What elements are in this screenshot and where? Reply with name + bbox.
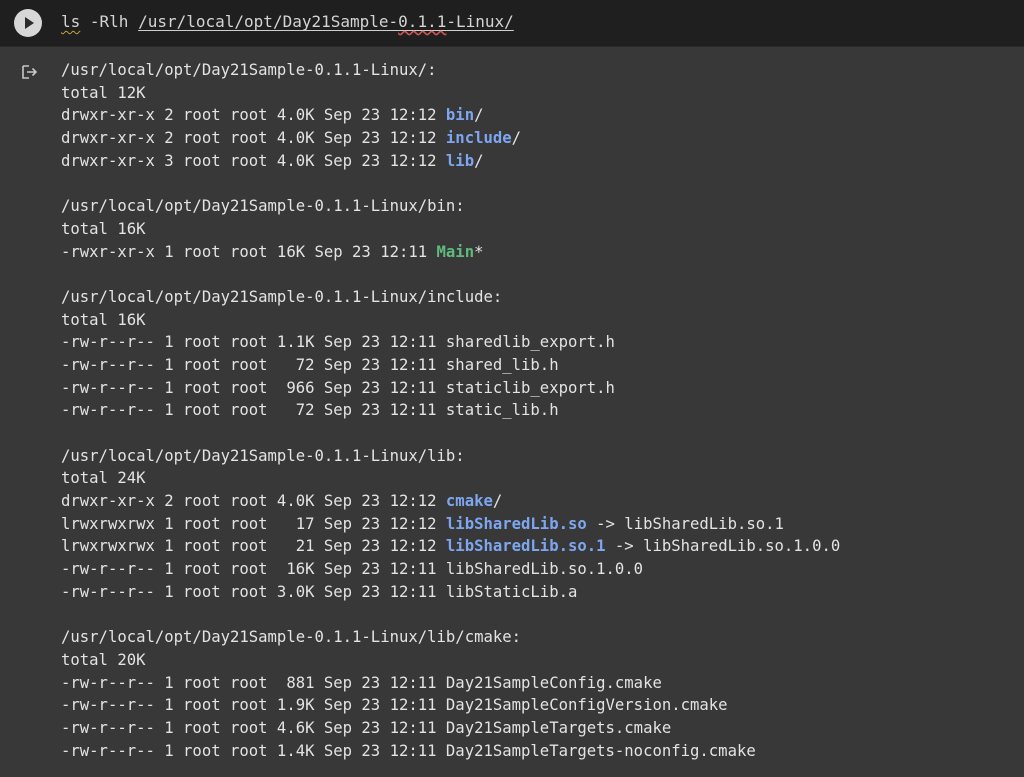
listing-row: drwxr-xr-x 2 root root 4.0K Sep 23 12:12… <box>61 490 840 513</box>
run-cell-button[interactable] <box>14 9 42 37</box>
listing-name: lib <box>445 151 475 170</box>
listing-row: -rwxr-xr-x 1 root root 16K Sep 23 12:11 … <box>61 241 840 264</box>
command-token: ls <box>61 12 81 31</box>
section-header: /usr/local/opt/Day21Sample-0.1.1-Linux/b… <box>61 197 465 216</box>
cell-output: /usr/local/opt/Day21Sample-0.1.1-Linux/:… <box>61 59 840 762</box>
path-version: 0.1.1 <box>398 12 447 31</box>
listing-meta: -rwxr-xr-x 1 root root 16K Sep 23 12:11 <box>61 242 437 261</box>
listing-row: -rw-r--r-- 1 root root 3.0K Sep 23 12:11… <box>61 582 578 601</box>
section-total: total 16K <box>61 310 146 329</box>
listing-meta: lrwxrwxrwx 1 root root 21 Sep 23 12:12 <box>61 537 446 556</box>
listing-name: Main <box>436 242 475 261</box>
listing-name: cmake <box>445 492 493 511</box>
listing-row: -rw-r--r-- 1 root root 4.6K Sep 23 12:11… <box>61 718 672 737</box>
listing-row: -rw-r--r-- 1 root root 16K Sep 23 12:11 … <box>61 560 644 579</box>
listing-name: bin <box>445 106 475 125</box>
listing-row: lrwxrwxrwx 1 root root 21 Sep 23 12:12 l… <box>61 535 840 558</box>
output-arrow-icon[interactable] <box>20 63 38 81</box>
listing-row: -rw-r--r-- 1 root root 1.9K Sep 23 12:11… <box>61 696 728 715</box>
listing-name: include <box>445 129 512 148</box>
listing-row: -rw-r--r-- 1 root root 72 Sep 23 12:11 s… <box>61 355 559 374</box>
listing-row: -rw-r--r-- 1 root root 881 Sep 23 12:11 … <box>61 673 662 692</box>
listing-row: drwxr-xr-x 2 root root 4.0K Sep 23 12:12… <box>61 127 840 150</box>
listing-suffix: / <box>511 129 522 148</box>
flags-token: -Rlh <box>89 12 129 31</box>
section-total: total 16K <box>61 219 146 238</box>
listing-meta: lrwxrwxrwx 1 root root 17 Sep 23 12:12 <box>61 514 446 533</box>
play-icon <box>25 17 34 29</box>
path-suffix: -Linux/ <box>446 12 514 31</box>
path-token: /usr/local/opt/Day21Sample-0.1.1-Linux/ <box>138 12 514 31</box>
listing-row: lrwxrwxrwx 1 root root 17 Sep 23 12:12 l… <box>61 513 840 536</box>
listing-meta: drwxr-xr-x 2 root root 4.0K Sep 23 12:12 <box>61 106 446 125</box>
listing-name: libSharedLib.so.1 <box>445 537 606 556</box>
notebook-cell: ls -Rlh /usr/local/opt/Day21Sample-0.1.1… <box>0 0 1024 777</box>
listing-row: drwxr-xr-x 2 root root 4.0K Sep 23 12:12… <box>61 104 840 127</box>
code-input-row[interactable]: ls -Rlh /usr/local/opt/Day21Sample-0.1.1… <box>0 0 1024 47</box>
listing-row: -rw-r--r-- 1 root root 1.1K Sep 23 12:11… <box>61 333 615 352</box>
listing-row: drwxr-xr-x 3 root root 4.0K Sep 23 12:12… <box>61 150 840 173</box>
listing-suffix: -> libSharedLib.so.1.0.0 <box>605 537 841 556</box>
listing-suffix: / <box>474 151 484 170</box>
section-total: total 20K <box>61 650 146 669</box>
listing-meta: drwxr-xr-x 2 root root 4.0K Sep 23 12:12 <box>61 492 446 511</box>
listing-row: -rw-r--r-- 1 root root 72 Sep 23 12:11 s… <box>61 401 559 420</box>
listing-name: libSharedLib.so <box>445 514 587 533</box>
listing-meta: drwxr-xr-x 2 root root 4.0K Sep 23 12:12 <box>61 129 446 148</box>
section-total: total 24K <box>61 469 146 488</box>
listing-row: -rw-r--r-- 1 root root 966 Sep 23 12:11 … <box>61 378 615 397</box>
section-header: /usr/local/opt/Day21Sample-0.1.1-Linux/i… <box>61 287 503 306</box>
listing-suffix: -> libSharedLib.so.1 <box>586 514 784 533</box>
section-header: /usr/local/opt/Day21Sample-0.1.1-Linux/: <box>61 61 437 79</box>
code-editor[interactable]: ls -Rlh /usr/local/opt/Day21Sample-0.1.1… <box>61 11 514 33</box>
section-header: /usr/local/opt/Day21Sample-0.1.1-Linux/l… <box>61 628 522 647</box>
section-header: /usr/local/opt/Day21Sample-0.1.1-Linux/l… <box>61 446 465 465</box>
listing-meta: drwxr-xr-x 3 root root 4.0K Sep 23 12:12 <box>61 151 446 170</box>
section-total: total 12K <box>61 83 146 102</box>
listing-row: -rw-r--r-- 1 root root 1.4K Sep 23 12:11… <box>61 741 756 760</box>
listing-suffix: / <box>474 106 484 125</box>
path-prefix: /usr/local/opt/Day21Sample- <box>138 12 399 31</box>
listing-suffix: / <box>492 492 503 511</box>
listing-suffix: * <box>474 242 484 261</box>
